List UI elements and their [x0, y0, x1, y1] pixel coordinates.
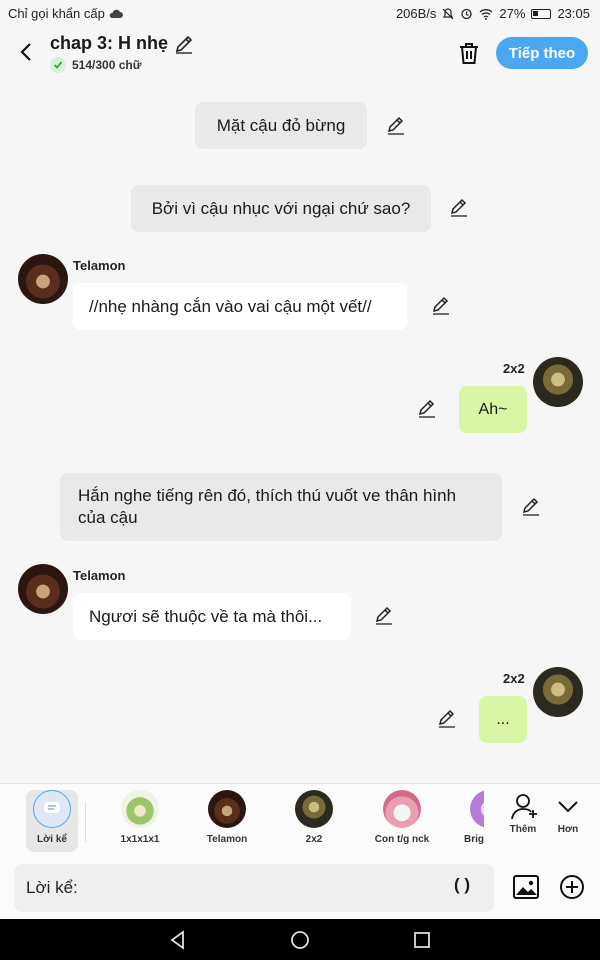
edit-icon[interactable]: [521, 497, 541, 517]
back-triangle-icon[interactable]: [167, 929, 189, 951]
divider: [85, 802, 86, 842]
character-2x2[interactable]: 2x2: [278, 790, 350, 845]
mute-icon: [442, 7, 454, 19]
status-bar: Chỉ gọi khẩn cấp 206B/s 27% 23:05: [0, 0, 600, 28]
edit-icon[interactable]: [431, 296, 451, 316]
character-selector: Lời kể 1x1x1x1 Telamon 2x2 Con t/g nck B…: [0, 783, 600, 857]
plus-circle-icon: [560, 875, 584, 899]
image-button[interactable]: [512, 873, 540, 901]
character-label: Brigh: [464, 834, 484, 845]
edit-icon[interactable]: [437, 709, 457, 729]
edit-icon[interactable]: [417, 399, 437, 419]
pencil-icon[interactable]: [174, 34, 194, 54]
add-character-button[interactable]: Thêm: [505, 792, 541, 835]
chevron-left-icon: [20, 43, 31, 61]
user-message[interactable]: ...: [479, 696, 527, 743]
battery-icon: [531, 8, 552, 19]
header: chap 3: H nhẹ 514/300 chữ Tiếp theo: [0, 28, 600, 80]
add-button[interactable]: [558, 873, 586, 901]
character-avatar: [470, 790, 484, 828]
message-input[interactable]: [14, 864, 494, 912]
message-text: //nhẹ nhàng cắn vào vai cậu một vết//: [89, 296, 372, 316]
add-person-icon: [511, 794, 537, 820]
clock: 23:05: [557, 6, 590, 21]
character-1x1x1x1[interactable]: 1x1x1x1: [104, 790, 176, 845]
avatar-2x2[interactable]: [533, 357, 583, 407]
avatar-telamon[interactable]: [18, 254, 68, 304]
message-text: Bởi vì cậu nhục với ngại chứ sao?: [151, 198, 411, 218]
delete-button[interactable]: [456, 40, 482, 66]
character-label: 1x1x1x1: [120, 834, 160, 845]
character-avatar: [383, 790, 421, 828]
edit-icon[interactable]: [449, 198, 469, 218]
trash-icon: [460, 43, 478, 64]
carrier-text: Chỉ gọi khẩn cấp: [8, 6, 105, 21]
action-paren-button[interactable]: ( ): [454, 875, 470, 895]
character-avatar: [208, 790, 246, 828]
character-label: Telamon: [206, 834, 248, 845]
narration-message[interactable]: Mặt cậu đỏ bừng: [195, 102, 367, 149]
narration-icon: [33, 790, 71, 828]
word-count: 514/300 chữ: [50, 57, 194, 73]
narration-message[interactable]: Hắn nghe tiếng rên đó, thích thú vuốt ve…: [60, 473, 502, 541]
avatar-telamon[interactable]: [18, 564, 68, 614]
add-label: Thêm: [509, 824, 537, 835]
image-icon: [513, 875, 539, 899]
sender-name: 2x2: [503, 361, 525, 376]
chevron-down-icon: [558, 801, 578, 813]
message-text: Ah~: [478, 400, 508, 418]
message-text: Hắn nghe tiếng rên đó, thích thú vuốt ve…: [78, 486, 457, 527]
home-circle-icon[interactable]: [289, 929, 311, 951]
character-brigh[interactable]: Brigh: [454, 790, 484, 845]
message-text: Mặt cậu đỏ bừng: [216, 115, 346, 135]
character-avatar: [295, 790, 333, 828]
expand-button[interactable]: Hơn: [550, 792, 586, 835]
chat-area[interactable]: Mặt cậu đỏ bừng Bởi vì cậu nhục với ngại…: [0, 80, 600, 783]
recents-square-icon[interactable]: [411, 929, 433, 951]
chapter-title[interactable]: chap 3: H nhẹ: [50, 33, 194, 54]
message-text: Ngươi sẽ thuộc về ta mà thôi...: [89, 606, 323, 626]
cloud-icon: [109, 9, 123, 18]
character-message[interactable]: Ngươi sẽ thuộc về ta mà thôi...: [73, 593, 351, 640]
input-bar: ( ): [0, 857, 600, 919]
character-telamon[interactable]: Telamon: [191, 790, 263, 845]
next-button[interactable]: Tiếp theo: [496, 37, 588, 69]
network-speed: 206B/s: [395, 6, 437, 21]
character-message[interactable]: //nhẹ nhàng cắn vào vai cậu một vết//: [73, 283, 407, 330]
character-avatar: [121, 790, 159, 828]
message-text: ...: [496, 710, 510, 728]
back-button[interactable]: [12, 38, 40, 66]
character-label: 2x2: [305, 834, 323, 845]
wifi-icon: [479, 8, 493, 20]
system-nav-bar: [0, 919, 600, 960]
edit-icon[interactable]: [386, 116, 406, 136]
character-narration[interactable]: Lời kể: [16, 790, 88, 845]
word-count-text: 514/300 chữ: [72, 58, 142, 72]
alarm-icon: [461, 8, 473, 20]
chapter-title-text: chap 3: H nhẹ: [50, 33, 169, 53]
sender-name: Telamon: [73, 568, 126, 583]
expand-label: Hơn: [557, 824, 579, 835]
battery-percent: 27%: [499, 6, 526, 21]
narration-message[interactable]: Bởi vì cậu nhục với ngại chứ sao?: [131, 185, 431, 232]
character-label: Lời kể: [37, 834, 67, 845]
sender-name: Telamon: [73, 258, 126, 273]
edit-icon[interactable]: [374, 606, 394, 626]
sender-name: 2x2: [503, 671, 525, 686]
character-label: Con t/g nck: [374, 834, 430, 845]
character-con-tg-nck[interactable]: Con t/g nck: [366, 790, 438, 845]
check-icon: [50, 57, 66, 73]
avatar-2x2[interactable]: [533, 667, 583, 717]
user-message[interactable]: Ah~: [459, 386, 527, 433]
